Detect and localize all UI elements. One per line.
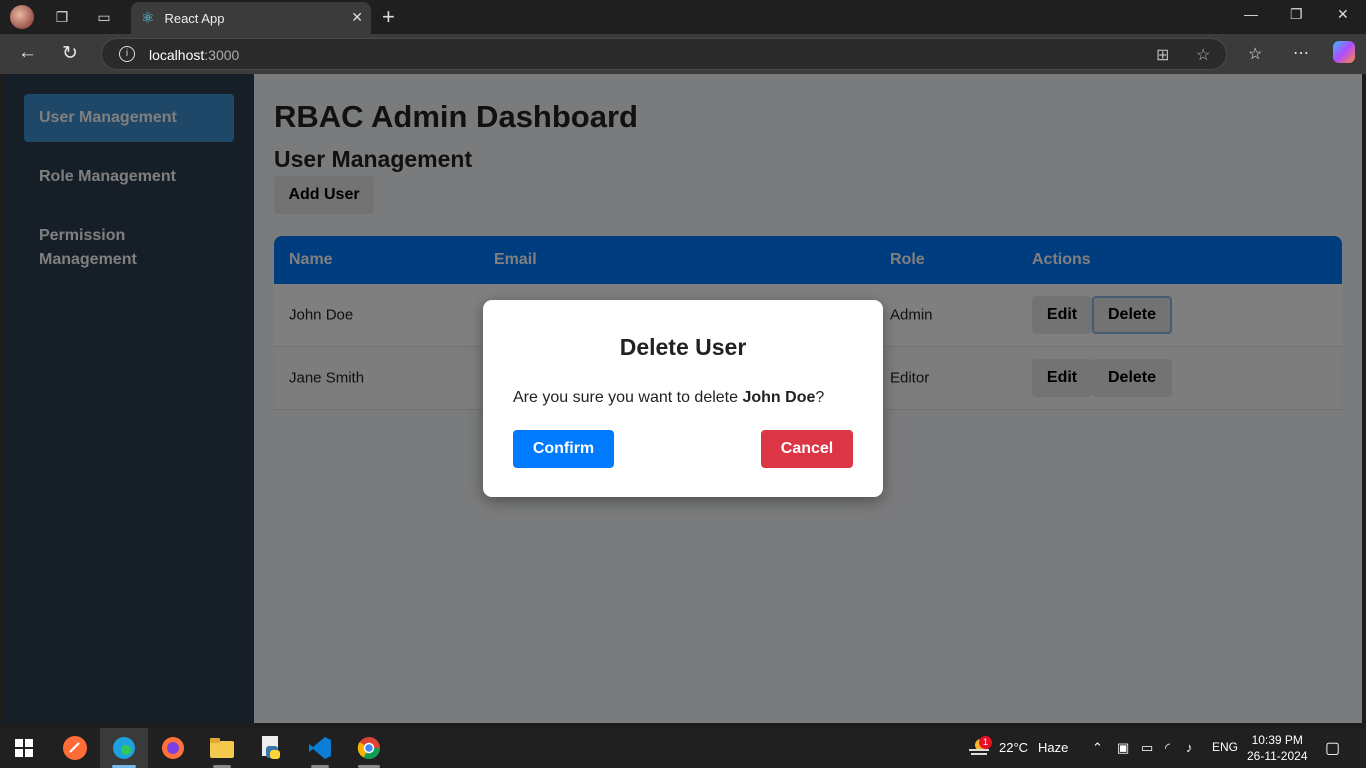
clock[interactable]: 10:39 PM 26-11-2024 xyxy=(1247,732,1308,764)
postman-icon[interactable] xyxy=(62,736,88,760)
windows-start-icon[interactable] xyxy=(11,736,37,760)
wifi-icon[interactable]: ◜ xyxy=(1165,740,1170,756)
browser-tab-strip: ❐ ▭ ⚛ React App ✕ + — ❐ ✕ xyxy=(0,0,1366,34)
address-bar[interactable]: i localhost:3000 ⊞ ☆ xyxy=(101,38,1227,70)
meet-now-icon[interactable]: ▣ xyxy=(1117,740,1129,756)
minimize-icon[interactable]: — xyxy=(1244,6,1258,22)
show-hidden-icons-icon[interactable]: ⌃ xyxy=(1092,740,1103,756)
more-menu-icon[interactable]: ⋯ xyxy=(1293,43,1309,63)
notifications-icon[interactable]: ▢ xyxy=(1325,738,1340,758)
favorite-star-icon[interactable]: ☆ xyxy=(1196,45,1210,65)
confirm-button[interactable]: Confirm xyxy=(513,430,614,468)
modal-message: Are you sure you want to delete John Doe… xyxy=(513,389,825,406)
battery-icon[interactable]: ▭ xyxy=(1141,740,1153,756)
restore-icon[interactable]: ❐ xyxy=(1290,6,1303,23)
profile-avatar[interactable] xyxy=(10,5,34,29)
volume-icon[interactable]: ♪ xyxy=(1186,740,1193,755)
react-logo-icon: ⚛ xyxy=(141,10,155,27)
modal-title: Delete User xyxy=(619,334,747,360)
delete-user-modal: Delete User Are you sure you want to del… xyxy=(483,300,883,497)
copilot-icon[interactable] xyxy=(1333,41,1355,63)
favorites-icon[interactable]: ☆ xyxy=(1248,44,1262,64)
python-icon[interactable] xyxy=(258,736,284,760)
url-text[interactable]: localhost:3000 xyxy=(149,47,239,63)
edge-browser-icon[interactable] xyxy=(111,736,137,760)
modal-user-name: John Doe xyxy=(742,389,816,406)
page-viewport: User Management Role Management Permissi… xyxy=(4,74,1362,723)
weather-desc[interactable]: Haze xyxy=(1038,740,1068,755)
chrome-icon[interactable] xyxy=(356,736,382,760)
app-available-icon[interactable]: ⊞ xyxy=(1156,45,1169,65)
vscode-icon[interactable] xyxy=(307,736,333,760)
clock-time: 10:39 PM xyxy=(1251,733,1303,747)
new-tab-icon[interactable]: + xyxy=(382,4,395,30)
firefox-icon[interactable] xyxy=(160,736,186,760)
taskbar: 1 22°C Haze ⌃ ▣ ▭ ◜ ♪ ENG 10:39 PM 26-11… xyxy=(0,728,1366,768)
address-bar-row: ← ↻ i localhost:3000 ⊞ ☆ ☆ ⋯ xyxy=(0,34,1366,74)
cancel-button[interactable]: Cancel xyxy=(761,430,853,468)
notification-badge: 1 xyxy=(979,736,992,749)
window-close-icon[interactable]: ✕ xyxy=(1337,6,1349,23)
refresh-icon[interactable]: ↻ xyxy=(62,42,78,65)
file-explorer-icon[interactable] xyxy=(209,736,235,760)
tab-actions-icon[interactable]: ▭ xyxy=(92,5,116,29)
browser-tab[interactable]: ⚛ React App ✕ xyxy=(131,2,371,34)
language-indicator[interactable]: ENG xyxy=(1212,740,1238,754)
workspaces-icon[interactable]: ❐ xyxy=(50,5,74,29)
site-info-icon[interactable]: i xyxy=(119,46,135,62)
weather-temp[interactable]: 22°C xyxy=(999,740,1028,755)
back-icon[interactable]: ← xyxy=(18,42,37,64)
tab-title: React App xyxy=(164,10,225,26)
close-tab-icon[interactable]: ✕ xyxy=(351,9,363,26)
clock-date: 26-11-2024 xyxy=(1247,749,1308,763)
